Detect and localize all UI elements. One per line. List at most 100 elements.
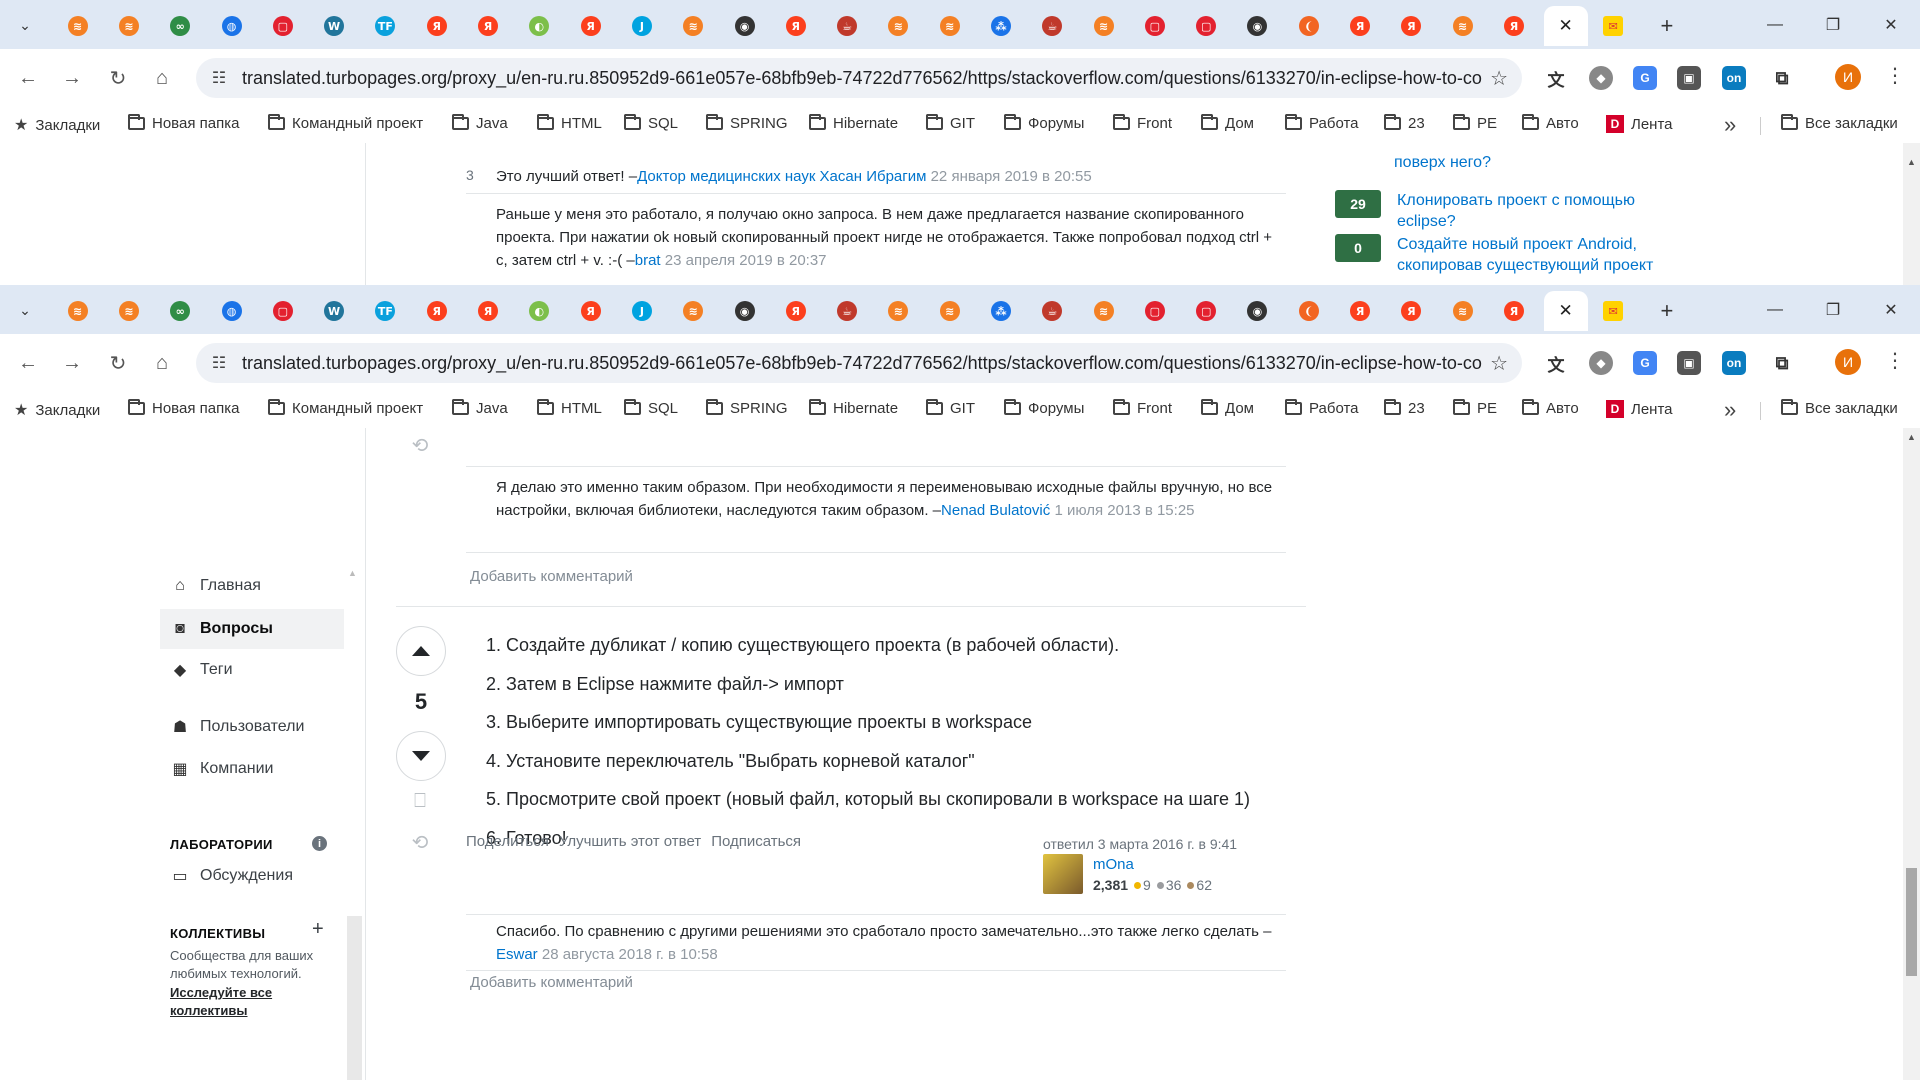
extension-icon[interactable]: ◆	[1589, 351, 1613, 375]
bookmark-item[interactable]: Командный проект	[268, 114, 423, 132]
comment-date[interactable]: 23 апреля 2019 в 20:37	[665, 252, 827, 269]
browser-tab[interactable]: ≋	[52, 291, 103, 331]
browser-tab[interactable]: ≋	[103, 6, 154, 46]
add-comment-link[interactable]: Добавить комментарий	[470, 974, 633, 991]
bookmark-item[interactable]: Hibernate	[809, 114, 898, 132]
browser-tab[interactable]: W	[308, 291, 359, 331]
extension-icon[interactable]: ◆	[1589, 66, 1613, 90]
scroll-up-arrow-icon[interactable]: ▲	[1907, 432, 1916, 442]
browser-tab[interactable]: ≋	[924, 6, 975, 46]
browser-tab[interactable]: Я	[1488, 291, 1539, 331]
browser-tab[interactable]: ❨	[1283, 6, 1334, 46]
related-question-link[interactable]: Создайте новый проект Android, скопирова…	[1397, 234, 1687, 276]
google-translate-icon[interactable]: G	[1633, 351, 1657, 375]
comment-date[interactable]: 28 августа 2018 г. в 10:58	[542, 946, 718, 963]
browser-tab[interactable]: ≋	[1437, 291, 1488, 331]
bookmark-item[interactable]: РЕ	[1453, 399, 1497, 417]
browser-tab[interactable]: ≋	[668, 291, 719, 331]
reload-button[interactable]: ↻	[103, 348, 133, 378]
close-tab-icon[interactable]: ✕	[1558, 16, 1572, 36]
info-icon[interactable]: i	[312, 836, 327, 851]
restore-button[interactable]: ❐	[1804, 285, 1862, 334]
more-bookmarks-icon[interactable]: »	[1724, 397, 1736, 423]
address-bar[interactable]: ☷ translated.turbopages.org/proxy_u/en-r…	[196, 58, 1522, 98]
new-tab-button[interactable]: +	[1647, 6, 1687, 46]
browser-tab[interactable]: ▢	[1129, 291, 1180, 331]
bookmark-item[interactable]: Java	[452, 114, 508, 132]
google-translate-icon[interactable]: G	[1633, 66, 1657, 90]
browser-tab[interactable]: Я	[1386, 291, 1437, 331]
browser-tab[interactable]: ▢	[257, 6, 308, 46]
url-text[interactable]: translated.turbopages.org/proxy_u/en-ru.…	[242, 353, 1482, 374]
bookmark-item[interactable]: HTML	[537, 399, 602, 417]
more-bookmarks-icon[interactable]: »	[1724, 112, 1736, 138]
browser-tab[interactable]: ∞	[155, 291, 206, 331]
sidebar-item-discussions[interactable]: ▭ Обсуждения	[160, 858, 344, 894]
browser-tab[interactable]: ▢	[257, 291, 308, 331]
screenshot-icon[interactable]: ▣	[1677, 351, 1701, 375]
site-info-icon[interactable]: ☷	[208, 67, 230, 89]
bookmark-item[interactable]: GIT	[926, 114, 975, 132]
browser-tab[interactable]: Я	[411, 291, 462, 331]
tab-search-button[interactable]: ⌄	[12, 12, 38, 38]
sidebar-item-companies[interactable]: ▦ Компании	[160, 751, 344, 787]
avatar[interactable]	[1043, 854, 1083, 894]
bookmark-item[interactable]: Java	[452, 399, 508, 417]
bookmark-item[interactable]: SPRING	[706, 399, 788, 417]
reload-button[interactable]: ↻	[103, 63, 133, 93]
bookmark-item[interactable]: D Лента	[1606, 400, 1673, 418]
browser-tab[interactable]: Я	[462, 291, 513, 331]
home-button[interactable]: ⌂	[147, 63, 177, 93]
browser-tab[interactable]: TF	[360, 6, 411, 46]
browser-tab[interactable]: ❨	[1283, 291, 1334, 331]
scrollbar-thumb[interactable]	[1906, 868, 1917, 976]
menu-kebab-icon[interactable]: ⋮	[1885, 63, 1905, 88]
browser-tab[interactable]: ▢	[1129, 6, 1180, 46]
back-button[interactable]: ←	[13, 63, 43, 93]
browser-tab[interactable]: Я	[1334, 291, 1385, 331]
bookmark-item[interactable]: 23	[1384, 399, 1425, 417]
browser-tab[interactable]: Я	[1334, 6, 1385, 46]
browser-tab[interactable]: ☕	[1027, 291, 1078, 331]
forward-button[interactable]: →	[57, 348, 87, 378]
bookmark-item[interactable]: ★ Закладки	[14, 115, 100, 135]
add-collective-icon[interactable]: +	[312, 918, 324, 941]
bookmark-item[interactable]: GIT	[926, 399, 975, 417]
browser-tab[interactable]: Я	[565, 6, 616, 46]
active-tab[interactable]: ✕	[1543, 6, 1588, 46]
related-question-link[interactable]: поверх него?	[1394, 152, 1684, 173]
comment-user-link[interactable]: Nenad Bulatović	[941, 502, 1050, 519]
browser-tab[interactable]: ▢	[1181, 291, 1232, 331]
browser-tab[interactable]: Я	[770, 291, 821, 331]
bookmark-item[interactable]: D Лента	[1606, 115, 1673, 133]
browser-tab[interactable]: ▢	[1181, 6, 1232, 46]
bookmark-item[interactable]: Front	[1113, 399, 1172, 417]
sidebar-item-home[interactable]: ⌂ Главная	[160, 568, 344, 604]
bookmark-item[interactable]: Форумы	[1004, 399, 1084, 417]
bookmark-item[interactable]: РЕ	[1453, 114, 1497, 132]
close-tab-icon[interactable]: ✕	[1558, 301, 1572, 321]
browser-tab[interactable]: ◉	[719, 291, 770, 331]
browser-tab[interactable]: Я	[1386, 6, 1437, 46]
sidebar-item-users[interactable]: ☗ Пользователи	[160, 709, 344, 745]
add-comment-link[interactable]: Добавить комментарий	[470, 568, 633, 585]
comment-user-link[interactable]: Доктор медицинских наук Хасан Ибрагим	[637, 168, 926, 185]
all-bookmarks[interactable]: Все закладки	[1781, 399, 1898, 417]
close-window-button[interactable]: ✕	[1862, 285, 1920, 334]
browser-tab[interactable]: ≋	[52, 6, 103, 46]
browser-tab[interactable]: ✉	[1588, 291, 1639, 331]
share-link[interactable]: Поделиться	[466, 833, 549, 850]
browser-tab[interactable]: ◍	[206, 6, 257, 46]
related-question-link[interactable]: Клонировать проект с помощью eclipse?	[1397, 190, 1687, 232]
browser-tab[interactable]: J	[616, 6, 667, 46]
on-extension-icon[interactable]: on	[1722, 351, 1746, 375]
browser-tab[interactable]: ⁂	[975, 291, 1026, 331]
browser-tab[interactable]: ◉	[1232, 6, 1283, 46]
browser-tab[interactable]: ◍	[206, 291, 257, 331]
extensions-puzzle-icon[interactable]: ⧉	[1770, 351, 1794, 375]
browser-tab[interactable]: ☕	[821, 291, 872, 331]
screenshot-icon[interactable]: ▣	[1677, 66, 1701, 90]
collectives-link[interactable]: Исследуйте все коллективы	[170, 984, 290, 1020]
translate-icon[interactable]: 文	[1544, 351, 1568, 375]
site-info-icon[interactable]: ☷	[208, 352, 230, 374]
